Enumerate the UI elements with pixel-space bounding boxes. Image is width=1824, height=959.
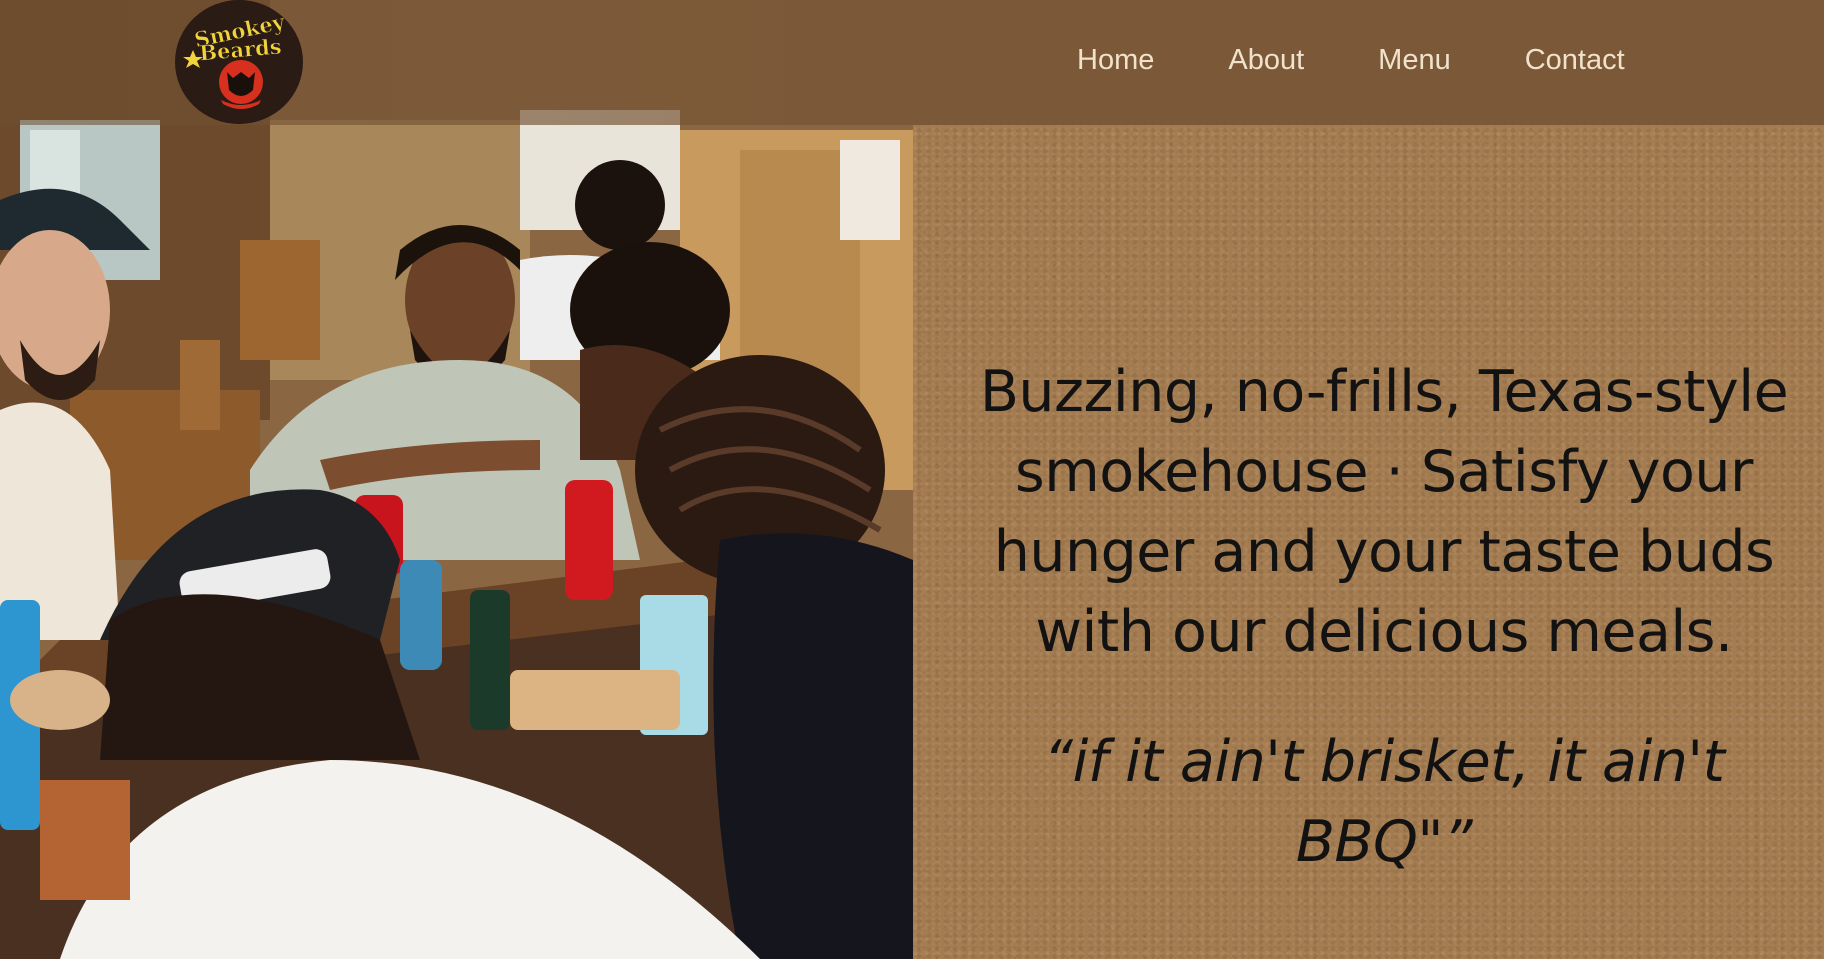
nav-home-link[interactable]: Home xyxy=(1058,44,1173,77)
hero-content: Buzzing, no-frills, Texas-style smokehou… xyxy=(960,352,1808,882)
nav-menu-link[interactable]: Menu xyxy=(1359,44,1470,77)
nav-about-link[interactable]: About xyxy=(1209,44,1323,77)
page: Smokey Beards Home About Menu Contact Bu… xyxy=(0,0,1824,959)
hero-photo xyxy=(0,0,913,959)
brand-logo[interactable]: Smokey Beards xyxy=(175,0,303,124)
nav-contact-link[interactable]: Contact xyxy=(1506,44,1644,77)
hero-quote: “if it ain't brisket, it ain't BBQ"” xyxy=(1043,729,1725,875)
main-nav: Home About Menu Contact xyxy=(1040,0,1662,120)
hero-description: Buzzing, no-frills, Texas-style smokehou… xyxy=(979,359,1789,665)
